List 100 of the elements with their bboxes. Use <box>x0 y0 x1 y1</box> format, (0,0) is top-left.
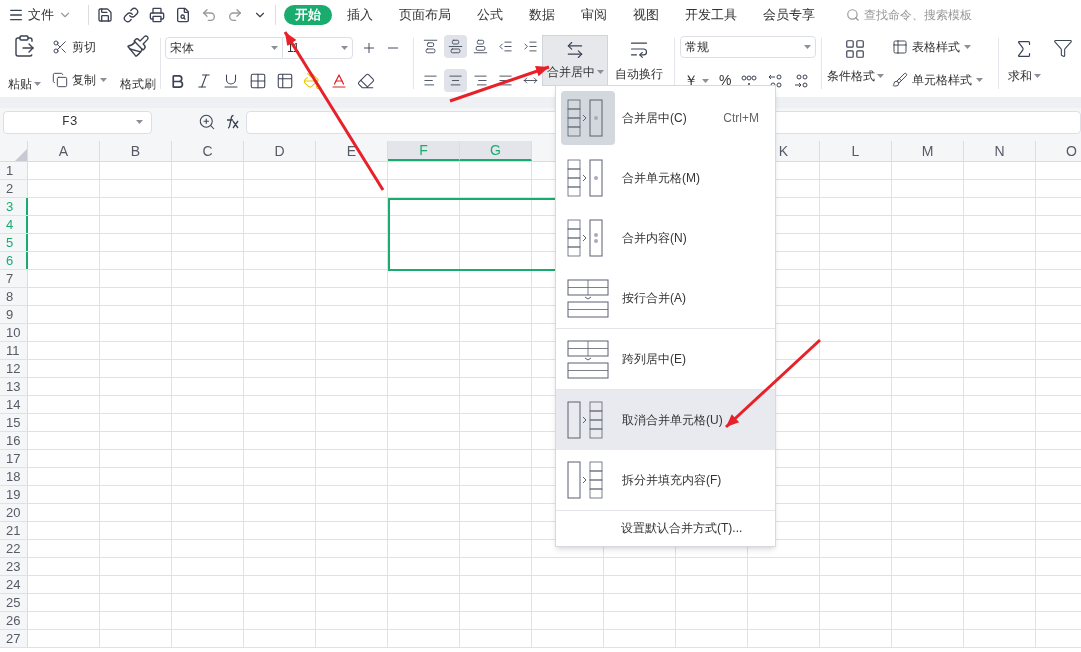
ribbon-tab[interactable]: 公式 <box>466 5 514 25</box>
align-icon <box>498 39 513 55</box>
row-header[interactable]: 26 <box>0 612 28 629</box>
cut-button[interactable]: 剪切 <box>52 37 116 56</box>
menu-item[interactable]: 拆分并填充内容(F) <box>556 450 775 510</box>
column-header[interactable]: B <box>100 141 172 161</box>
align-icon <box>448 39 463 55</box>
column-header[interactable]: O <box>1036 141 1081 161</box>
column-header[interactable]: A <box>28 141 100 161</box>
undo-icon[interactable] <box>201 7 217 23</box>
copy-button[interactable]: 复制 <box>52 71 116 90</box>
align-icon <box>498 72 513 88</box>
row-header[interactable]: 19 <box>0 486 28 503</box>
column-header[interactable]: C <box>172 141 244 161</box>
number-format-field[interactable]: 常规 <box>680 36 816 58</box>
menu-item[interactable]: 按行合并(A) <box>556 268 775 328</box>
row-header[interactable]: 20 <box>0 504 28 521</box>
paste-button[interactable]: 粘贴 <box>7 75 41 93</box>
caret-icon <box>1033 74 1041 78</box>
row-header[interactable]: 10 <box>0 324 28 341</box>
caret-icon <box>596 70 604 74</box>
increase-decimal-icon[interactable] <box>767 72 784 89</box>
font-color-icon[interactable] <box>330 72 348 91</box>
column-header[interactable]: N <box>964 141 1036 161</box>
scissors-icon <box>52 38 68 55</box>
align-icon <box>423 72 438 88</box>
align-icon <box>423 39 438 55</box>
copy-icon <box>52 72 68 89</box>
currency-button[interactable]: ￥ <box>684 70 709 91</box>
column-header[interactable]: D <box>244 141 316 161</box>
caret-icon <box>804 45 811 49</box>
cell-format-icon[interactable] <box>276 72 294 91</box>
menu-item[interactable]: 跨列居中(E) <box>556 329 775 389</box>
row-header[interactable]: 2 <box>0 180 28 197</box>
column-header[interactable]: M <box>892 141 964 161</box>
paste-icon <box>12 34 36 58</box>
column-header[interactable]: L <box>820 141 892 161</box>
row-header[interactable]: 12 <box>0 360 28 377</box>
row-header[interactable]: 22 <box>0 540 28 557</box>
cell-style-button[interactable]: 单元格样式 <box>892 71 983 90</box>
menu-item[interactable]: 合并内容(N) <box>556 208 775 268</box>
brush-icon <box>126 34 150 58</box>
align-button[interactable] <box>444 68 467 92</box>
filter-icon[interactable] <box>1053 38 1073 58</box>
row-header[interactable]: 17 <box>0 450 28 467</box>
row-header[interactable]: 18 <box>0 468 28 485</box>
row-header[interactable]: 24 <box>0 576 28 593</box>
row-header[interactable]: 9 <box>0 306 28 323</box>
merge-center-button[interactable]: 合并居中 <box>542 35 608 86</box>
file-menu[interactable]: 文件 <box>0 5 80 25</box>
row-header[interactable]: 23 <box>0 558 28 575</box>
eraser-icon[interactable] <box>357 72 375 91</box>
conditional-format-button[interactable]: 条件格式 <box>822 30 888 97</box>
row-header[interactable]: 15 <box>0 414 28 431</box>
ribbon-tab[interactable]: 开发工具 <box>674 5 748 25</box>
caret-icon <box>976 78 983 83</box>
caret-icon <box>964 44 971 49</box>
underline-icon[interactable] <box>222 72 240 91</box>
ribbon-tab[interactable]: 视图 <box>622 5 670 25</box>
thousands-separator-icon[interactable] <box>741 73 758 88</box>
caret-icon <box>876 74 884 78</box>
ribbon-tab[interactable]: 页面布局 <box>388 5 462 25</box>
bold-icon[interactable] <box>169 72 186 90</box>
row-header[interactable]: 16 <box>0 432 28 449</box>
print-icon[interactable] <box>149 7 165 23</box>
ribbon-tab[interactable]: 插入 <box>336 5 384 25</box>
menu-item[interactable]: 设置默认合并方式(T)... <box>556 511 775 544</box>
menu-icon <box>8 7 24 23</box>
name-box[interactable]: F3 <box>3 110 152 134</box>
ribbon-tab[interactable]: 数据 <box>518 5 566 25</box>
row-header[interactable]: 7 <box>0 270 28 287</box>
row-header[interactable]: 21 <box>0 522 28 539</box>
align-button[interactable] <box>444 35 467 59</box>
menu-item[interactable]: 取消合并单元格(U) <box>556 390 775 450</box>
table-icon <box>892 38 908 55</box>
align-icon <box>448 72 463 88</box>
search-field[interactable]: 查找命令、搜索模板 <box>846 6 1004 24</box>
ribbon-tab[interactable]: 审阅 <box>570 5 618 25</box>
percent-button[interactable]: % <box>719 70 732 91</box>
redo-icon[interactable] <box>227 7 243 23</box>
row-header[interactable]: 1 <box>0 162 28 179</box>
borders-icon[interactable] <box>249 72 267 91</box>
table-style-button[interactable]: 表格样式 <box>892 37 983 56</box>
italic-icon[interactable] <box>195 72 213 91</box>
ribbon-tab[interactable]: 会员专享 <box>752 5 826 25</box>
caret-icon <box>136 120 143 124</box>
print-preview-icon[interactable] <box>175 7 191 23</box>
zoom-icon[interactable] <box>198 113 216 131</box>
row-header[interactable]: 14 <box>0 396 28 413</box>
save-icon[interactable] <box>97 7 113 23</box>
row-header[interactable]: 11 <box>0 342 28 359</box>
decrease-decimal-icon[interactable] <box>793 72 810 89</box>
format-painter-button[interactable]: 格式刷 <box>116 30 160 97</box>
sum-button[interactable]: 求和 <box>999 30 1049 97</box>
fill-color-icon[interactable] <box>303 72 321 91</box>
grid-icon <box>844 38 866 60</box>
row-header[interactable]: 27 <box>0 630 28 647</box>
row-header[interactable]: 25 <box>0 594 28 611</box>
row-header[interactable]: 8 <box>0 288 28 305</box>
row-header[interactable]: 13 <box>0 378 28 395</box>
